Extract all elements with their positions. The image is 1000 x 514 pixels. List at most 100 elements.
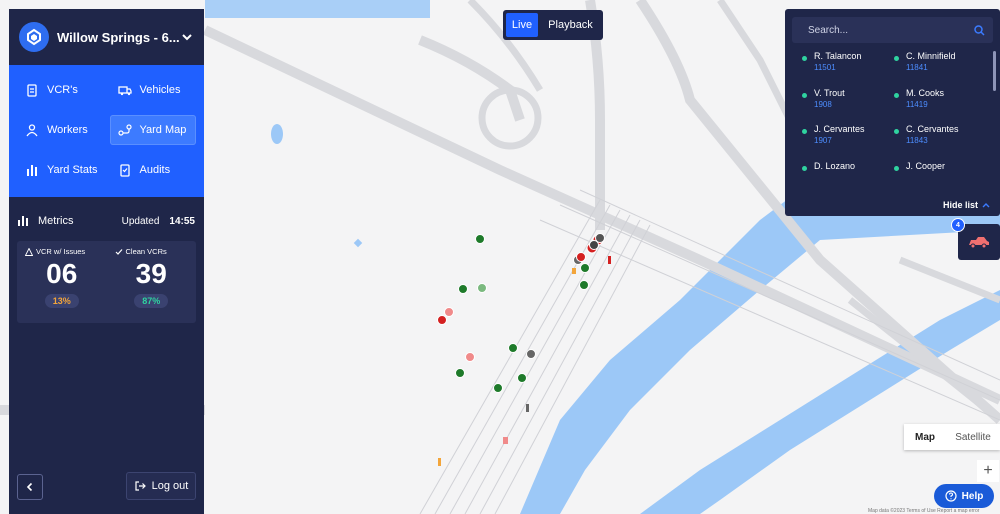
- brand-logo-icon: [19, 22, 49, 52]
- worker-id: 11843: [906, 136, 928, 145]
- list-item[interactable]: J. Cervantes 1907: [802, 122, 894, 159]
- map-route-icon: [117, 124, 132, 136]
- list-item[interactable]: C. Minnifield 11841: [894, 49, 986, 86]
- list-item[interactable]: J. Cooper: [894, 159, 986, 190]
- nav-item-label: Yard Map: [139, 124, 187, 136]
- metrics-card: VCR w/ Issues 06 13% Clean VCRs 39 87%: [17, 241, 196, 323]
- help-button[interactable]: Help: [934, 484, 994, 508]
- nav-item-label: Audits: [139, 164, 171, 176]
- worker-id: 1907: [814, 136, 832, 145]
- nav-item-workers[interactable]: Workers: [17, 115, 104, 145]
- map-attribution: Map data ©2023 Terms of Use Report a map…: [868, 508, 980, 514]
- clipboard-icon: [27, 84, 37, 97]
- truck-icon: [969, 237, 989, 249]
- search-placeholder: Search...: [808, 24, 849, 36]
- metric-vcr-issues[interactable]: VCR w/ Issues 06 13%: [17, 247, 107, 323]
- metric-percent: 13%: [44, 294, 79, 308]
- worker-name: C. Minnifield: [906, 51, 956, 61]
- nav-item-vehicles[interactable]: Vehicles: [110, 75, 197, 105]
- help-icon: [945, 490, 957, 502]
- worker-name: J. Cervantes: [814, 124, 865, 134]
- nav-item-yard-stats[interactable]: Yard Stats: [17, 155, 104, 185]
- hide-list-button[interactable]: Hide list: [943, 200, 990, 210]
- warning-icon: [25, 247, 33, 256]
- map-view-button[interactable]: Map: [904, 424, 946, 450]
- truck-icon: [117, 86, 132, 96]
- nav-item-label: Workers: [47, 124, 88, 136]
- bar-chart-icon: [18, 216, 28, 226]
- worker-name: R. Talancon: [814, 51, 862, 61]
- metrics-title-text: Metrics: [38, 215, 74, 227]
- worker-name: D. Lozano: [814, 160, 856, 171]
- list-item[interactable]: R. Talancon 11501: [802, 49, 894, 86]
- status-dot: [802, 56, 807, 61]
- bar-chart-icon: [27, 165, 37, 176]
- metrics-title: Metrics: [18, 215, 122, 227]
- worker-id: 11841: [906, 63, 928, 72]
- vehicle-alert-button[interactable]: [958, 224, 1000, 260]
- metrics-header: Metrics Updated 14:55: [9, 201, 204, 241]
- site-name: Willow Springs - 6...: [57, 29, 180, 45]
- checkmark-icon: [115, 248, 122, 255]
- worker-id: 1908: [814, 99, 832, 109]
- satellite-view-button[interactable]: Satellite: [946, 424, 1000, 450]
- chevron-up-icon: [982, 203, 990, 208]
- live-button[interactable]: Live: [506, 13, 538, 37]
- list-item[interactable]: D. Lozano: [802, 159, 894, 190]
- worker-id: 11501: [814, 63, 836, 72]
- sidebar: Willow Springs - 6... VCR's Vehicles Wor…: [9, 9, 204, 514]
- status-dot: [894, 92, 899, 98]
- nav-item-label: Yard Stats: [47, 164, 98, 176]
- status-dot: [894, 56, 899, 61]
- metric-label-text: VCR w/ Issues: [36, 247, 86, 256]
- metric-value: 39: [135, 258, 167, 289]
- search-input[interactable]: Search...: [792, 17, 993, 43]
- status-dot: [802, 165, 807, 171]
- worker-list: R. Talancon 11501 C. Minnifield 11841 V. T…: [785, 49, 1000, 189]
- logout-label: Log out: [151, 480, 189, 492]
- hide-list-label: Hide list: [942, 200, 978, 210]
- collapse-sidebar-button[interactable]: [17, 474, 43, 500]
- nav-item-audits[interactable]: Audits: [110, 155, 197, 185]
- search-icon[interactable]: [974, 24, 985, 36]
- status-dot: [894, 129, 899, 134]
- playback-button[interactable]: Playback: [541, 13, 600, 37]
- status-dot: [802, 92, 807, 98]
- metric-label-text: Clean VCRs: [125, 247, 167, 256]
- map-type-control: Map Satellite: [904, 424, 1000, 450]
- metric-label: VCR w/ Issues: [17, 247, 107, 256]
- nav-item-yard-map[interactable]: Yard Map: [109, 115, 196, 145]
- list-item[interactable]: M. Cooks 11419: [894, 86, 986, 123]
- logout-button[interactable]: Log out: [126, 472, 196, 500]
- list-item[interactable]: C. Cervantes 11843: [894, 122, 986, 159]
- status-dot: [894, 165, 899, 171]
- site-selector[interactable]: Willow Springs - 6...: [9, 9, 204, 65]
- worker-id: 11419: [906, 99, 928, 109]
- zoom-in-button[interactable]: +: [977, 460, 999, 482]
- mode-toggle: Live Playback: [503, 10, 603, 40]
- nav-item-label: VCR's: [47, 84, 78, 96]
- status-dot: [802, 129, 807, 134]
- metric-value: 06: [46, 258, 78, 289]
- help-label: Help: [961, 490, 984, 502]
- nav-item-vcrs[interactable]: VCR's: [17, 75, 104, 105]
- list-item[interactable]: V. Trout 1908: [802, 86, 894, 123]
- alert-count-badge: 4: [951, 218, 965, 232]
- worker-list-panel: Search... R. Talancon 11501 C. Minnifield…: [785, 9, 1000, 216]
- metric-percent: 87%: [134, 294, 169, 308]
- chevron-down-icon: [182, 34, 192, 41]
- main-nav: VCR's Vehicles Workers Yard Map Yard Sta…: [9, 65, 204, 197]
- metric-label: Clean VCRs: [107, 247, 197, 256]
- chevron-left-icon: [26, 482, 33, 492]
- list-scrollbar[interactable]: [993, 51, 996, 91]
- nav-item-label: Vehicles: [139, 84, 181, 96]
- logout-icon: [135, 481, 146, 491]
- audit-clipboard-icon: [119, 164, 130, 177]
- updated-time: 14:55: [169, 215, 195, 227]
- worker-name: M. Cooks: [906, 87, 945, 98]
- updated-label: Updated: [121, 215, 160, 227]
- worker-name: C. Cervantes: [906, 124, 959, 134]
- worker-icon: [26, 124, 38, 137]
- metric-clean-vcrs[interactable]: Clean VCRs 39 87%: [107, 247, 197, 323]
- worker-name: V. Trout: [814, 87, 845, 98]
